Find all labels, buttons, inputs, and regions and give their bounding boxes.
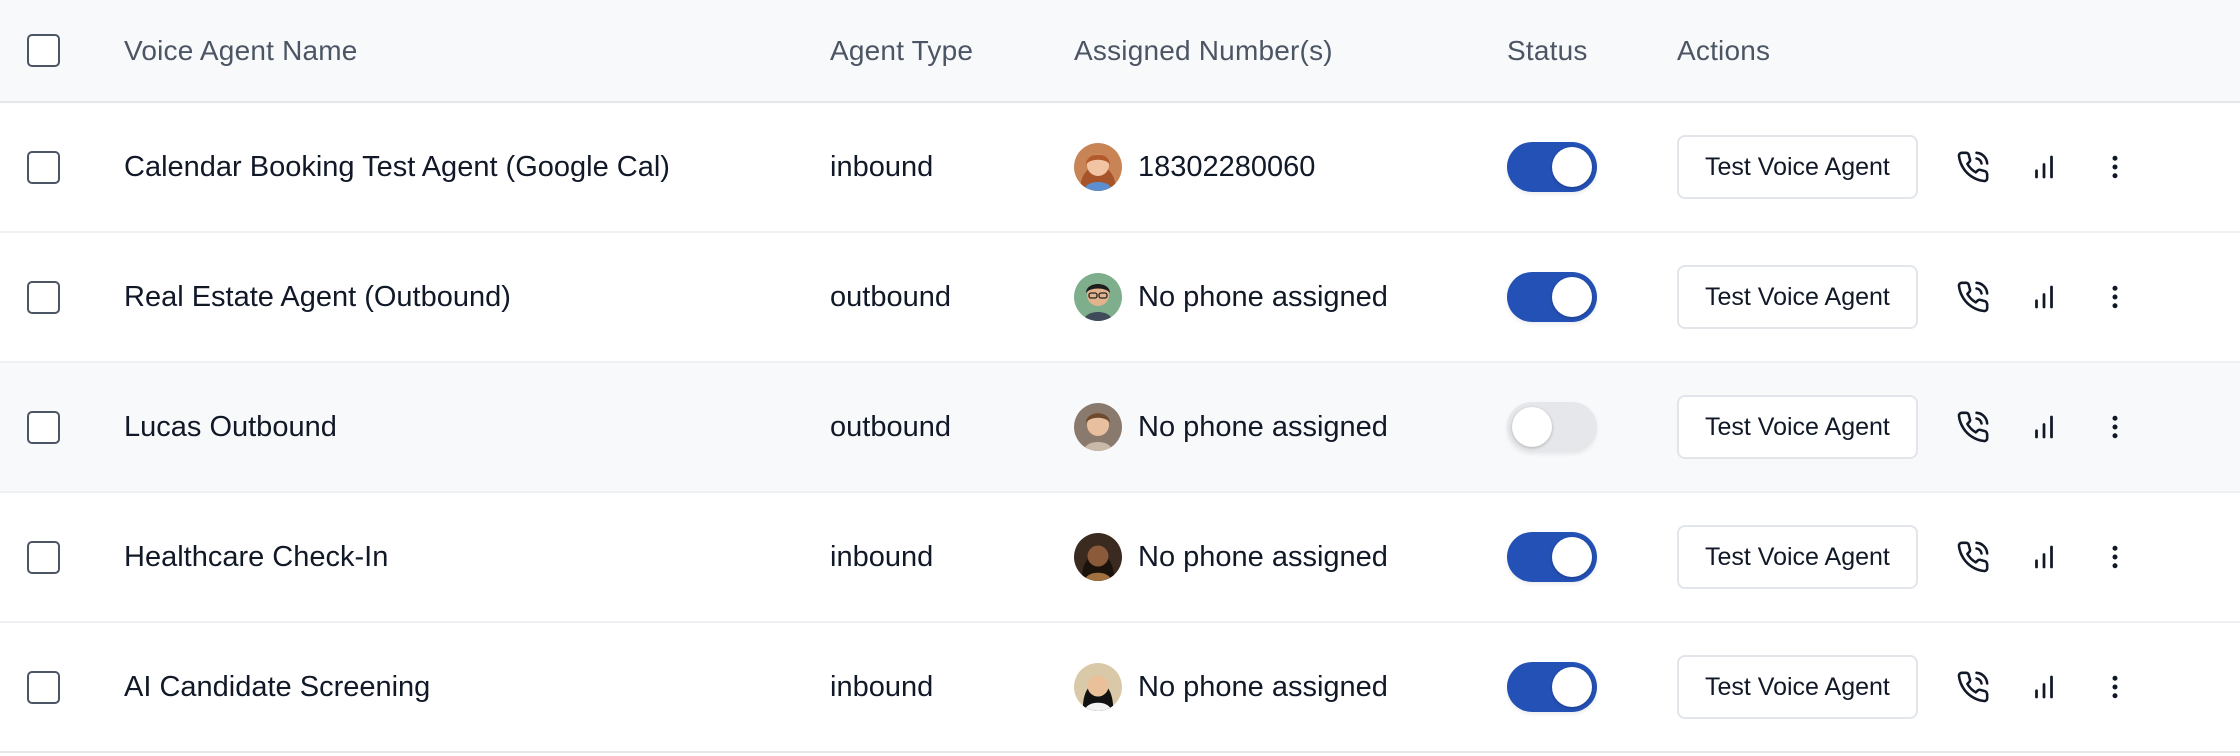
row-checkbox[interactable] (27, 150, 60, 184)
avatar (1074, 143, 1122, 191)
more-options-icon[interactable] (2093, 405, 2137, 449)
avatar (1074, 273, 1122, 321)
agent-type: outbound (830, 410, 951, 443)
row-checkbox[interactable] (27, 410, 60, 444)
status-toggle[interactable] (1507, 142, 1597, 192)
agent-type: inbound (830, 150, 934, 183)
test-voice-agent-button[interactable]: Test Voice Agent (1677, 655, 1918, 719)
agent-type: outbound (830, 280, 951, 313)
agent-type: inbound (830, 540, 934, 573)
test-voice-agent-button[interactable]: Test Voice Agent (1677, 265, 1918, 329)
table-row[interactable]: Real Estate Agent (Outbound) outbound No… (0, 233, 2240, 363)
status-toggle[interactable] (1507, 272, 1597, 322)
assigned-number: 18302280060 (1138, 150, 1316, 183)
toggle-knob (1512, 407, 1552, 447)
column-header-actions: Actions (1677, 34, 1771, 66)
avatar (1074, 403, 1122, 451)
agent-type: inbound (830, 670, 934, 703)
status-toggle[interactable] (1507, 402, 1597, 452)
table-header: Voice Agent Name Agent Type Assigned Num… (0, 0, 2240, 103)
test-voice-agent-button[interactable]: Test Voice Agent (1677, 395, 1918, 459)
assigned-number: No phone assigned (1138, 670, 1388, 703)
more-options-icon[interactable] (2093, 535, 2137, 579)
row-checkbox[interactable] (27, 280, 60, 314)
table-row[interactable]: AI Candidate Screening inbound No phone … (0, 623, 2240, 753)
toggle-knob (1552, 667, 1592, 707)
status-toggle[interactable] (1507, 532, 1597, 582)
agent-name[interactable]: Healthcare Check-In (124, 541, 388, 574)
status-toggle[interactable] (1507, 662, 1597, 712)
test-voice-agent-button[interactable]: Test Voice Agent (1677, 135, 1918, 199)
assigned-number: No phone assigned (1138, 540, 1388, 573)
toggle-knob (1552, 277, 1592, 317)
bar-chart-icon[interactable] (2022, 665, 2066, 709)
column-header-type[interactable]: Agent Type (830, 35, 973, 67)
table-row[interactable]: Calendar Booking Test Agent (Google Cal)… (0, 103, 2240, 233)
bar-chart-icon[interactable] (2022, 535, 2066, 579)
table-row[interactable]: Lucas Outbound outbound No phone assigne… (0, 363, 2240, 493)
bar-chart-icon[interactable] (2022, 405, 2066, 449)
column-header-status[interactable]: Status (1507, 35, 1588, 67)
phone-call-icon[interactable] (1951, 275, 1995, 319)
phone-call-icon[interactable] (1951, 665, 1995, 709)
phone-call-icon[interactable] (1951, 535, 1995, 579)
test-voice-agent-button[interactable]: Test Voice Agent (1677, 525, 1918, 589)
phone-call-icon[interactable] (1951, 405, 1995, 449)
bar-chart-icon[interactable] (2022, 275, 2066, 319)
phone-call-icon[interactable] (1951, 145, 1995, 189)
bar-chart-icon[interactable] (2022, 145, 2066, 189)
row-checkbox[interactable] (27, 670, 60, 704)
agent-name[interactable]: Real Estate Agent (Outbound) (124, 281, 511, 314)
assigned-number: No phone assigned (1138, 410, 1388, 443)
agent-name[interactable]: AI Candidate Screening (124, 671, 430, 704)
agent-name[interactable]: Calendar Booking Test Agent (Google Cal) (124, 151, 670, 184)
toggle-knob (1552, 147, 1592, 187)
avatar (1074, 533, 1122, 581)
column-header-name[interactable]: Voice Agent Name (124, 35, 358, 67)
agent-name[interactable]: Lucas Outbound (124, 411, 337, 444)
more-options-icon[interactable] (2093, 665, 2137, 709)
toggle-knob (1552, 537, 1592, 577)
column-header-numbers[interactable]: Assigned Number(s) (1074, 35, 1333, 67)
more-options-icon[interactable] (2093, 275, 2137, 319)
voice-agents-table: Voice Agent Name Agent Type Assigned Num… (0, 0, 2240, 756)
more-options-icon[interactable] (2093, 145, 2137, 189)
select-all-checkbox[interactable] (27, 34, 60, 67)
assigned-number: No phone assigned (1138, 280, 1388, 313)
avatar (1074, 663, 1122, 711)
row-checkbox[interactable] (27, 540, 60, 574)
table-row[interactable]: Healthcare Check-In inbound No phone ass… (0, 493, 2240, 623)
